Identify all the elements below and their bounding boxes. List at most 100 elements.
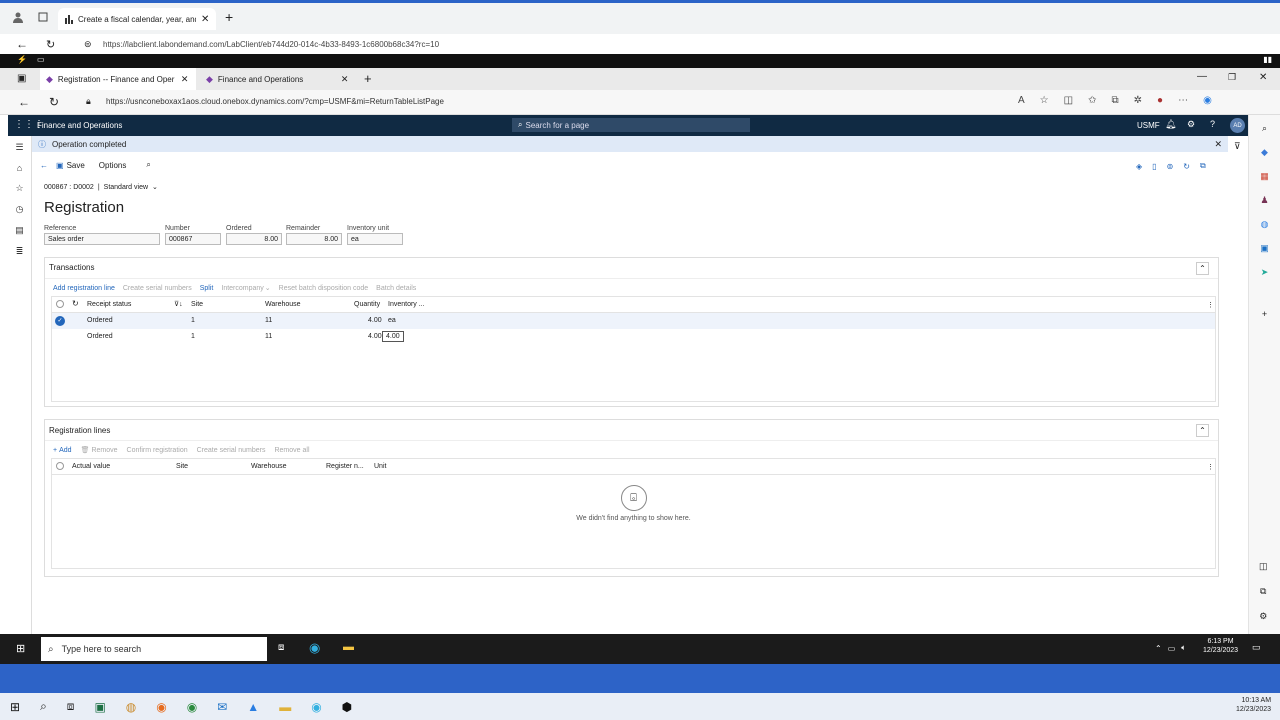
more-icon[interactable]: ⋮ (1207, 301, 1214, 309)
page-info-icon[interactable]: ⊜ (84, 39, 92, 50)
extensions-icon[interactable]: ✲ (1134, 95, 1142, 106)
firefox-icon[interactable]: ◉ (156, 700, 166, 714)
app-icon[interactable]: ⬢ (342, 700, 352, 714)
select-all-checkbox[interactable] (56, 300, 64, 308)
collapse-button[interactable]: ⌃ (1196, 424, 1209, 437)
reset-batch-disposition-button[interactable]: Reset batch disposition code (279, 285, 369, 292)
chevron-up-icon[interactable]: ⌃ (1155, 644, 1162, 653)
search-icon[interactable]: ⌕ (1262, 123, 1267, 134)
favorites-icon[interactable]: ✩ (1088, 95, 1096, 106)
refresh-icon[interactable]: ↻ (49, 95, 59, 109)
column-actual-value[interactable]: Actual value (72, 463, 110, 470)
create-serial-numbers-button[interactable]: Create serial numbers (123, 285, 192, 292)
clock-time[interactable]: 6:13 PM (1203, 638, 1238, 645)
select-all-checkbox[interactable] (56, 462, 64, 470)
sidebar-toggle-icon[interactable]: ◫ (1259, 561, 1268, 572)
remove-all-button[interactable]: Remove all (274, 447, 309, 454)
windows-start-icon[interactable]: ⊞ (16, 642, 25, 655)
read-aloud-icon[interactable]: A (1018, 95, 1025, 106)
recent-icon[interactable]: ◷ (16, 204, 24, 215)
back-icon[interactable]: ← (40, 161, 48, 170)
clock-time[interactable]: 10:13 AM (1236, 697, 1271, 704)
search-icon[interactable]: ⌕ (146, 160, 150, 170)
confirm-registration-button[interactable]: Confirm registration (127, 447, 188, 454)
tools-icon[interactable]: ◍ (1261, 219, 1269, 230)
split-screen-icon[interactable]: ◫ (1064, 95, 1073, 106)
close-icon[interactable]: ✕ (1214, 139, 1222, 150)
add-registration-line-button[interactable]: Add registration line (53, 285, 115, 292)
notification-icon[interactable]: ▭ (1252, 642, 1261, 653)
close-icon[interactable]: ✕ (201, 14, 209, 25)
clock-date[interactable]: 12/23/2023 (1203, 647, 1238, 654)
power-apps-icon[interactable]: ◈ (1136, 162, 1142, 171)
column-receipt-status[interactable]: Receipt status (87, 301, 131, 308)
home-icon[interactable]: ⌂ (17, 163, 22, 173)
external-link-icon[interactable]: ⧉ (1260, 586, 1266, 597)
modules-icon[interactable]: ≣ (16, 246, 24, 257)
column-warehouse[interactable]: Warehouse (265, 301, 301, 308)
workspaces-icon[interactable]: ▤ (15, 225, 24, 236)
app-title[interactable]: Finance and Operations (37, 121, 122, 130)
table-row[interactable]: ✓ Ordered 1 11 4.00 ea (52, 313, 1215, 329)
column-site[interactable]: Site (176, 463, 188, 470)
window-close-icon[interactable]: ✕ (1259, 72, 1267, 83)
task-view-icon[interactable]: ⧈ (278, 642, 284, 653)
options-button[interactable]: Options (99, 161, 127, 170)
column-warehouse[interactable]: Warehouse (251, 463, 287, 470)
column-unit[interactable]: Unit (374, 463, 386, 470)
edge-tab-finance[interactable]: ◆ Finance and Operations ✕ (200, 68, 356, 90)
avatar[interactable]: AD (1230, 118, 1245, 133)
more-icon[interactable]: ⋮ (1207, 463, 1214, 471)
network-icon[interactable]: ▭ (1168, 644, 1176, 653)
tag-icon[interactable]: ◆ (1261, 147, 1268, 158)
attachments-icon[interactable]: ⊚ (1167, 162, 1174, 171)
help-icon[interactable]: ? (1210, 119, 1215, 129)
profile-icon[interactable] (12, 11, 24, 23)
reference-field[interactable]: Sales order (44, 233, 160, 245)
lock-icon[interactable]: 🔒︎ (86, 96, 91, 107)
hamburger-icon[interactable]: ☰ (15, 142, 23, 153)
remainder-field[interactable]: 8.00 (286, 233, 342, 245)
mail-icon[interactable]: ✉ (217, 700, 227, 714)
refresh-icon[interactable]: ↻ (1183, 162, 1190, 171)
open-new-window-icon[interactable]: ⧉ (1200, 161, 1206, 171)
column-quantity[interactable]: Quantity (354, 301, 380, 308)
minimize-icon[interactable]: — (1197, 71, 1207, 82)
batch-details-button[interactable]: Batch details (376, 285, 416, 292)
send-icon[interactable]: ➤ (1261, 267, 1269, 278)
view-selector[interactable]: Standard view (104, 184, 148, 191)
search-box[interactable]: ⌕ Search for a page (512, 118, 750, 132)
avatar-icon[interactable]: ● (1157, 95, 1163, 106)
games-icon[interactable]: ♟ (1260, 195, 1268, 206)
column-inventory-unit[interactable]: Inventory ... (388, 301, 425, 308)
folder-icon[interactable]: ▬ (279, 700, 291, 714)
company-picker[interactable]: USMF (1137, 121, 1160, 130)
split-button[interactable]: Split (200, 285, 214, 292)
section-title[interactable]: Registration lines (49, 426, 110, 435)
excel-icon[interactable]: ▣ (94, 700, 105, 714)
outer-active-tab[interactable]: Create a fiscal calendar, year, and... ✕ (58, 8, 216, 30)
favorite-icon[interactable]: ☆ (1040, 95, 1049, 106)
volume-icon[interactable]: 🔈︎ (1181, 643, 1186, 653)
row-selected-icon[interactable]: ✓ (55, 316, 65, 326)
shopping-icon[interactable]: ▦ (1260, 171, 1269, 182)
outer-url[interactable]: https://labclient.labondemand.com/LabCli… (103, 40, 439, 49)
task-view-icon[interactable]: ⧈ (67, 699, 75, 714)
inventory-unit-field[interactable]: ea (347, 233, 403, 245)
search-icon[interactable]: ⌕ (40, 699, 47, 714)
add-icon[interactable]: + (1262, 309, 1267, 319)
edge-icon[interactable]: ◉ (309, 640, 320, 656)
collapse-button[interactable]: ⌃ (1196, 262, 1209, 275)
back-icon[interactable]: ← (18, 95, 30, 109)
more-icon[interactable]: ⋯ (1178, 95, 1188, 106)
section-title[interactable]: Transactions (49, 263, 95, 272)
collections-icon[interactable]: ⧉ (1111, 95, 1118, 106)
intercompany-button[interactable]: Intercompany (221, 285, 263, 292)
back-icon[interactable]: ← (16, 37, 28, 51)
edge-url[interactable]: https://usnconeboxax1aos.cloud.onebox.dy… (106, 97, 444, 106)
settings-icon[interactable]: ⚙ (1259, 611, 1267, 622)
chevron-down-icon[interactable]: ⌄ (152, 183, 158, 191)
filter-icon[interactable]: ⊽ (1234, 141, 1241, 152)
column-site[interactable]: Site (191, 301, 203, 308)
new-tab-icon[interactable]: + (225, 9, 233, 25)
